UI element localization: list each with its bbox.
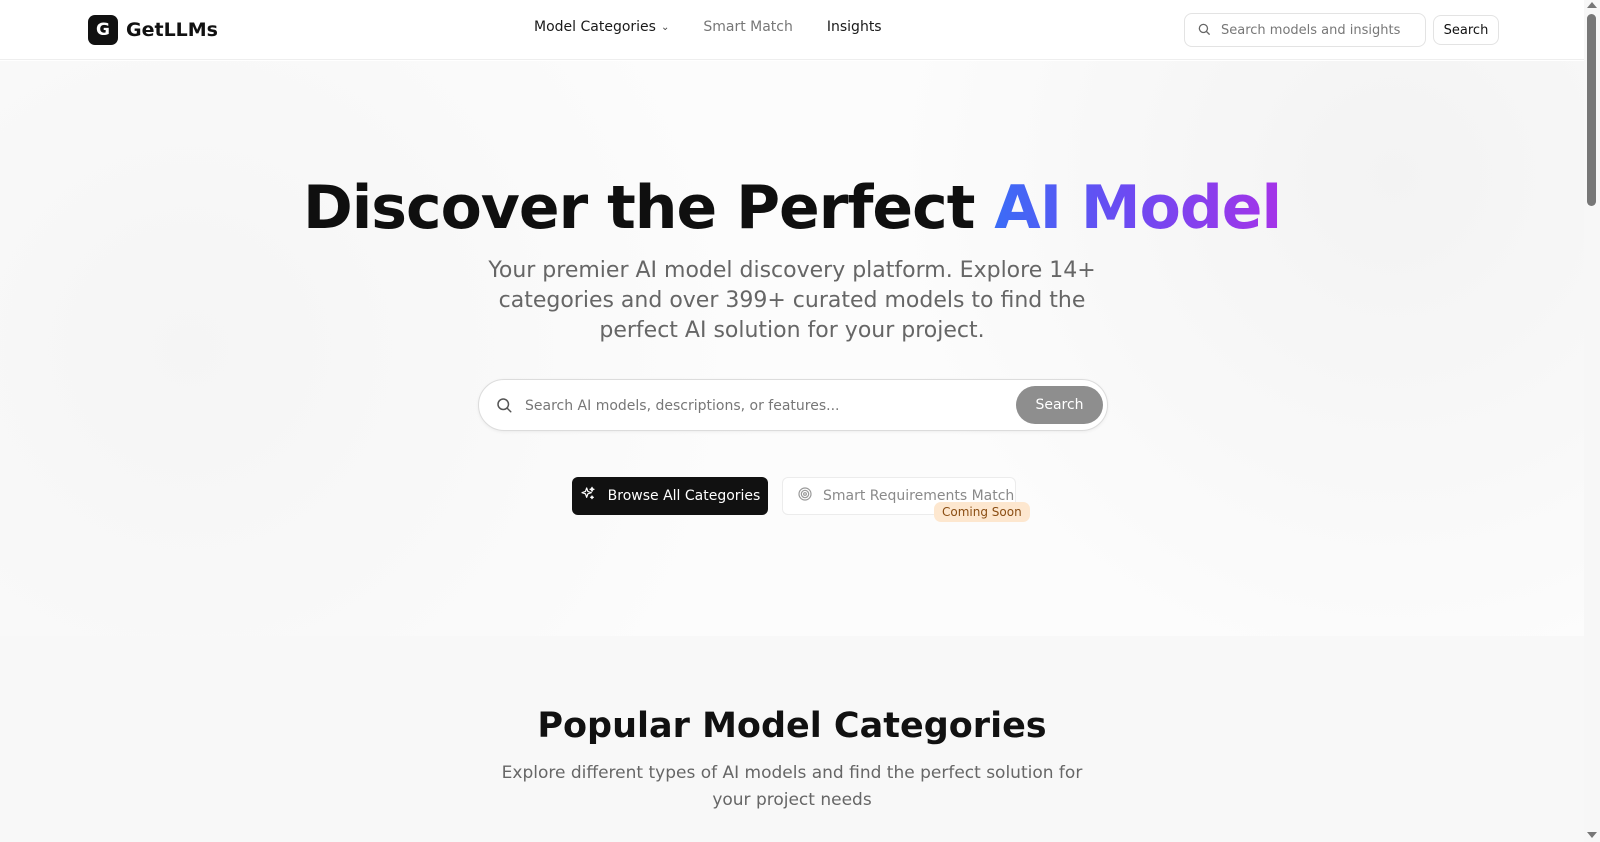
sparkle-icon xyxy=(580,486,596,506)
brand-name: GetLLMs xyxy=(126,19,218,41)
coming-soon-badge: Coming Soon xyxy=(934,502,1030,522)
site-header: G GetLLMs Model Categories ⌄ Smart Match… xyxy=(0,0,1584,60)
hero-section: Discover the Perfect AI Model Your premi… xyxy=(0,61,1584,636)
hero-title-highlight: AI Model xyxy=(994,173,1282,243)
logo-link[interactable]: G GetLLMs xyxy=(88,15,218,45)
search-icon xyxy=(1197,21,1211,40)
scroll-up-arrow-icon[interactable] xyxy=(1587,2,1597,8)
target-icon xyxy=(797,486,813,506)
hero-title-plain: Discover the Perfect xyxy=(302,173,995,243)
search-icon xyxy=(495,396,513,418)
scrollbar-thumb[interactable] xyxy=(1587,14,1596,206)
chevron-down-icon: ⌄ xyxy=(660,21,670,33)
header-search-button[interactable]: Search xyxy=(1433,15,1499,45)
popular-categories-subtitle: Explore different types of AI models and… xyxy=(501,763,1083,810)
header-search-box xyxy=(1184,13,1426,47)
browse-categories-label: Browse All Categories xyxy=(607,488,761,504)
nav-model-categories[interactable]: Model Categories ⌄ xyxy=(534,19,669,35)
hero-title: Discover the Perfect AI Model xyxy=(0,173,1584,243)
hero-search-input[interactable] xyxy=(525,394,995,418)
nav-smart-match[interactable]: Smart Match xyxy=(703,19,793,35)
main-nav: Model Categories ⌄ Smart Match Insights xyxy=(534,19,882,35)
hero-search-button[interactable]: Search xyxy=(1016,386,1103,424)
nav-insights[interactable]: Insights xyxy=(827,19,882,35)
popular-categories-section: Popular Model Categories Explore differe… xyxy=(0,636,1584,842)
browse-categories-button[interactable]: Browse All Categories xyxy=(572,477,768,515)
nav-model-categories-label: Model Categories xyxy=(534,19,656,35)
scroll-down-arrow-icon[interactable] xyxy=(1587,832,1597,838)
hero-subtitle: Your premier AI model discovery platform… xyxy=(488,258,1096,343)
hero-search-box: Search xyxy=(478,379,1108,431)
popular-categories-title: Popular Model Categories xyxy=(537,706,1047,746)
page-scrollbar[interactable] xyxy=(1584,0,1600,842)
header-search-input[interactable] xyxy=(1221,22,1411,38)
logo-badge: G xyxy=(88,15,118,45)
